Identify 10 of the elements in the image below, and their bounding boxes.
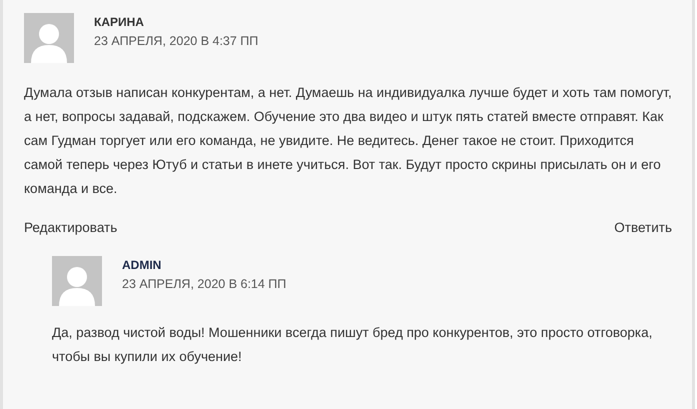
comment-date[interactable]: 23 АПРЕЛЯ, 2020 В 6:14 ПП: [122, 275, 286, 293]
edit-link[interactable]: Редактировать: [24, 220, 118, 235]
author-name: ADMIN: [122, 258, 162, 273]
comment-text: Да, развод чистой воды! Мошенники всегда пишут бред про конкурентов, это просто отговорка, чтобы вы купили их обучение!: [52, 324, 654, 366]
avatar-icon: [52, 256, 102, 306]
comment-text: Думала отзыв написан конкурентам, а нет. Думаешь на индивидуалка лучше будет и хоть там помогут, а нет, вопросы задавай, подскажем. Обучение это два видео и штук пять статей вместе отправят. Как сам Гудман торгует или его команда, не увидите. Не ведитесь. Денег такое не стоит. Приходится самой теперь через Ютуб и статьи в инете учиться. Вот так. Будут просто скрины присылать он и его команда и все.: [24, 84, 672, 198]
avatar-icon: [24, 13, 74, 63]
reply-link[interactable]: Ответить: [614, 220, 672, 235]
comment-date[interactable]: 23 АПРЕЛЯ, 2020 В 4:37 ПП: [94, 32, 258, 50]
author-name: КАРИНА: [94, 15, 145, 30]
